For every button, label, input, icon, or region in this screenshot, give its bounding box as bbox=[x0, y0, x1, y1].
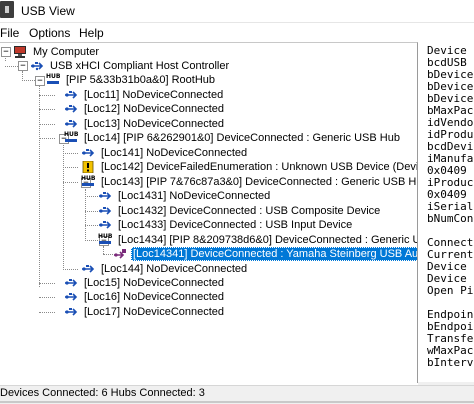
usb-port-icon bbox=[82, 149, 95, 157]
detail-line: bInterv bbox=[427, 356, 474, 369]
menu-bar: File Options Help bbox=[0, 23, 474, 42]
tree-node-loc12[interactable]: [Loc12] NoDeviceConnected bbox=[64, 102, 264, 116]
tree-node-label: [Loc1433] DeviceConnected : USB Input De… bbox=[118, 219, 353, 231]
tree-node-host-controller[interactable]: USB xHCI Compliant Host Controller bbox=[30, 59, 280, 73]
tree-node-label: [Loc12] NoDeviceConnected bbox=[84, 103, 225, 115]
tree-node-label: [Loc16] NoDeviceConnected bbox=[84, 291, 225, 303]
tree-node-label: [Loc142] DeviceFailedEnumeration : Unkno… bbox=[101, 161, 418, 173]
usb-port-icon bbox=[82, 265, 95, 273]
tree-node-loc16[interactable]: [Loc16] NoDeviceConnected bbox=[64, 290, 264, 304]
tree-line bbox=[63, 143, 64, 268]
collapse-toggle[interactable]: − bbox=[1, 47, 11, 57]
title-bar: USB View bbox=[0, 0, 474, 23]
tree-line bbox=[39, 297, 55, 298]
tree-node-loc14341[interactable]: [Loc14341] DeviceConnected : Yamaha Stei… bbox=[113, 247, 417, 261]
usb-port-icon bbox=[65, 120, 78, 128]
tree-node-label: [Loc14341] DeviceConnected : Yamaha Stei… bbox=[131, 247, 417, 261]
usb-port-icon bbox=[99, 207, 112, 215]
tree-node-roothub[interactable]: HUB [PIP 5&33b31b0a&0] RootHub bbox=[46, 73, 266, 87]
tree-node-label: [Loc1432] DeviceConnected : USB Composit… bbox=[118, 205, 381, 217]
menu-options[interactable]: Options bbox=[29, 26, 70, 40]
tree-node-label: [Loc141] NoDeviceConnected bbox=[101, 147, 248, 159]
tree-line bbox=[103, 246, 104, 254]
tree-node-my-computer[interactable]: My Computer bbox=[13, 45, 193, 59]
usb-view-app-icon bbox=[0, 1, 14, 18]
tree-node-loc144[interactable]: [Loc144] NoDeviceConnected bbox=[81, 262, 281, 276]
tree-line bbox=[103, 254, 113, 255]
detail-line: bNumCon bbox=[427, 212, 474, 225]
usb-port-icon bbox=[65, 105, 78, 113]
tree-node-loc17[interactable]: [Loc17] NoDeviceConnected bbox=[64, 305, 264, 319]
tree-line bbox=[39, 312, 55, 313]
tree-line bbox=[39, 124, 55, 125]
tree-node-label: [PIP 5&33b31b0a&0] RootHub bbox=[66, 74, 216, 86]
tree-node-label: [Loc144] NoDeviceConnected bbox=[101, 263, 248, 275]
tree-node-label: [Loc17] NoDeviceConnected bbox=[84, 306, 225, 318]
collapse-toggle[interactable]: − bbox=[35, 76, 45, 86]
device-tree[interactable]: − − − − − − My Computer USB xHCI Complia… bbox=[0, 42, 418, 383]
detail-line: Open Pi bbox=[427, 284, 474, 297]
audio-device-icon bbox=[114, 249, 126, 259]
tree-node-label: [Loc11] NoDeviceConnected bbox=[84, 89, 224, 101]
computer-icon bbox=[14, 46, 26, 58]
hub-icon: HUB bbox=[46, 74, 60, 86]
tree-node-label: [Loc1431] NoDeviceConnected bbox=[118, 190, 271, 202]
tree-line bbox=[85, 225, 98, 226]
tree-line bbox=[22, 71, 23, 79]
usb-port-icon bbox=[99, 192, 112, 200]
tree-node-label: [Loc1434] [PIP 8&209738d6&0] DeviceConne… bbox=[118, 234, 417, 246]
tree-line bbox=[22, 80, 35, 81]
usb-port-icon bbox=[65, 293, 78, 301]
tree-line bbox=[39, 283, 55, 284]
usb-port-icon bbox=[65, 308, 78, 316]
warning-icon bbox=[82, 161, 94, 173]
tree-node-loc143[interactable]: HUB [Loc143] [PIP 7&76c87a3&0] DeviceCon… bbox=[81, 175, 417, 189]
usb-port-icon bbox=[65, 91, 78, 99]
tree-node-loc1432[interactable]: [Loc1432] DeviceConnected : USB Composit… bbox=[98, 204, 380, 218]
tree-node-loc1433[interactable]: [Loc1433] DeviceConnected : USB Input De… bbox=[98, 218, 352, 232]
usb-port-icon bbox=[65, 279, 78, 287]
menu-file[interactable]: File bbox=[0, 26, 19, 40]
tree-node-loc142[interactable]: [Loc142] DeviceFailedEnumeration : Unkno… bbox=[81, 160, 417, 174]
device-details-pane[interactable]: Device bcdUSB bDevice bDevice bDevice bM… bbox=[420, 42, 474, 382]
tree-node-label: [Loc13] NoDeviceConnected bbox=[84, 118, 225, 130]
usb-port-icon bbox=[99, 221, 112, 229]
window-title: USB View bbox=[21, 4, 75, 18]
tree-line bbox=[85, 211, 98, 212]
tree-node-loc15[interactable]: [Loc15] NoDeviceConnected bbox=[64, 276, 264, 290]
tree-node-label: [Loc143] [PIP 7&76c87a3&0] DeviceConnect… bbox=[101, 176, 418, 188]
tree-node-loc13[interactable]: [Loc13] NoDeviceConnected bbox=[64, 117, 264, 131]
hub-icon: HUB bbox=[64, 132, 78, 144]
menu-help[interactable]: Help bbox=[79, 26, 104, 40]
hub-icon: HUB bbox=[98, 234, 112, 246]
tree-line bbox=[63, 167, 78, 168]
tree-line bbox=[5, 66, 18, 67]
tree-line bbox=[63, 153, 78, 154]
tree-line bbox=[39, 85, 40, 287]
tree-line bbox=[85, 240, 98, 241]
usb-controller-icon bbox=[31, 62, 44, 71]
tree-line bbox=[39, 109, 55, 110]
tree-node-label: [Loc15] NoDeviceConnected bbox=[84, 277, 225, 289]
tree-node-label: My Computer bbox=[33, 46, 100, 58]
tree-line bbox=[39, 95, 55, 96]
tree-node-label: USB xHCI Compliant Host Controller bbox=[50, 60, 230, 72]
tree-node-loc1434[interactable]: HUB [Loc1434] [PIP 8&209738d6&0] DeviceC… bbox=[98, 233, 417, 247]
hub-icon: HUB bbox=[81, 176, 95, 188]
tree-node-loc1431[interactable]: [Loc1431] NoDeviceConnected bbox=[98, 189, 298, 203]
status-text: Devices Connected: 6 Hubs Connected: 3 bbox=[0, 387, 205, 399]
tree-line bbox=[63, 182, 78, 183]
tree-line bbox=[39, 138, 55, 139]
tree-node-loc11[interactable]: [Loc11] NoDeviceConnected bbox=[64, 88, 264, 102]
tree-node-loc14[interactable]: HUB [Loc14] [PIP 6&262901&0] DeviceConne… bbox=[64, 131, 404, 145]
tree-node-loc141[interactable]: [Loc141] NoDeviceConnected bbox=[81, 146, 281, 160]
tree-node-label: [Loc14] [PIP 6&262901&0] DeviceConnected… bbox=[84, 132, 400, 144]
collapse-toggle[interactable]: − bbox=[18, 61, 28, 71]
tree-line bbox=[63, 269, 78, 270]
tree-line bbox=[85, 196, 98, 197]
